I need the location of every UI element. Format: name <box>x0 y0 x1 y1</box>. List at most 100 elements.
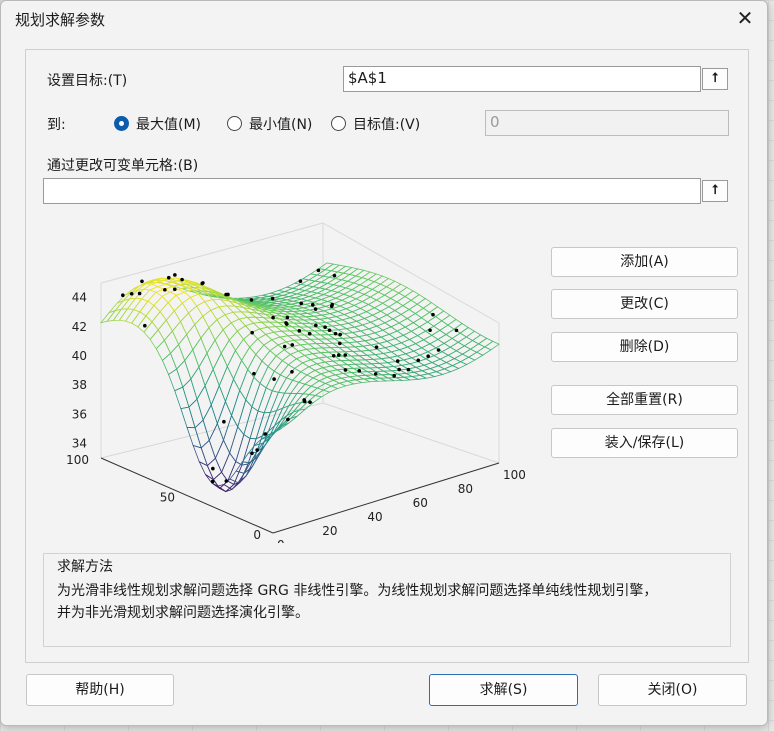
data-point <box>454 328 459 333</box>
surface-cell <box>392 342 409 351</box>
surface-cell <box>392 313 408 324</box>
z-tick-label: 44 <box>72 291 87 305</box>
load-save-button[interactable]: 装入/保存(L) <box>551 428 738 458</box>
add-button[interactable]: 添加(A) <box>551 247 738 277</box>
surface-cell <box>318 376 335 384</box>
surface-cell <box>214 439 231 474</box>
reset-all-button[interactable]: 全部重置(R) <box>551 385 738 415</box>
surface-cell <box>328 311 346 318</box>
surface-cell <box>338 302 356 310</box>
data-point <box>308 400 312 404</box>
surface-cell <box>313 367 331 375</box>
surface-cell <box>431 358 448 367</box>
surface-cell <box>414 339 431 349</box>
data-point <box>210 479 215 484</box>
surface-cell <box>429 338 445 349</box>
surface-cell <box>367 325 384 334</box>
surface-cell <box>181 296 198 314</box>
delete-button[interactable]: 删除(D) <box>551 332 738 362</box>
surface-cell <box>142 283 159 291</box>
surface-cell <box>312 330 330 336</box>
surface-cell <box>404 290 420 301</box>
solving-method-line1: 为光滑非线性规划求解问题选择 GRG 非线性引擎。为线性规划求解问题选择单纯线性… <box>57 583 658 599</box>
surface-plot: 34 36 38 40 42 44 0 50 100 0 20 40 60 80 100 <box>66 222 526 543</box>
surface-cell <box>402 299 418 310</box>
surface-cell <box>467 351 484 361</box>
data-point <box>336 353 341 357</box>
data-point <box>327 328 332 333</box>
change-button[interactable]: 更改(C) <box>551 289 738 319</box>
radio-min-label: 最小值(N) <box>249 117 313 133</box>
surface-cell <box>151 310 167 331</box>
surface-cell <box>192 444 209 467</box>
surface-cell <box>208 319 224 341</box>
surface-cell <box>178 333 194 362</box>
surface-cell <box>317 338 334 344</box>
data-point <box>250 451 254 456</box>
surface-mesh <box>99 262 500 493</box>
changing-cells-input[interactable] <box>43 178 701 204</box>
surface-cell <box>214 329 230 355</box>
surface-cell <box>228 330 244 352</box>
surface-cell <box>443 365 460 373</box>
surface-cell <box>423 362 440 370</box>
surface-cell <box>357 311 374 319</box>
surface-cell <box>269 344 285 357</box>
target-value-input[interactable]: 0 <box>485 110 729 136</box>
surface-cell <box>210 384 226 425</box>
objective-input[interactable]: $A$1 <box>343 66 701 92</box>
data-point <box>129 291 134 296</box>
surface-cell <box>437 334 453 344</box>
surface-cell <box>338 380 355 387</box>
surface-cell <box>145 304 161 323</box>
surface-cell <box>277 377 294 394</box>
radio-value-of[interactable] <box>331 116 346 131</box>
y-tick-label: 0 <box>253 528 261 542</box>
surface-cell <box>373 302 390 312</box>
surface-cell <box>192 337 208 368</box>
data-point <box>252 371 256 376</box>
surface-cell <box>443 337 460 348</box>
surface-cell <box>198 460 215 481</box>
plot-box <box>100 222 500 464</box>
solve-button[interactable]: 求解(S) <box>429 674 578 706</box>
surface-cell <box>289 350 306 360</box>
surface-cell <box>184 348 200 380</box>
surface-cell <box>386 310 402 320</box>
surface-cell <box>315 342 332 349</box>
close-icon[interactable]: ✕ <box>731 5 759 31</box>
surface-cell <box>165 310 181 332</box>
surface-cell <box>355 318 372 326</box>
surface-cell <box>330 305 348 312</box>
surface-cell <box>305 369 322 379</box>
surface-cell <box>335 314 352 321</box>
surface-cell <box>311 334 328 340</box>
z-tick-label: 40 <box>72 349 87 363</box>
surface-cell <box>398 318 415 328</box>
surface-cell <box>264 331 281 341</box>
surface-cell <box>196 384 212 422</box>
surface-cell <box>194 315 210 339</box>
data-point <box>272 377 276 381</box>
changing-cells-collapse-up-arrow-icon[interactable]: ⭡ <box>702 180 728 202</box>
surface-cell <box>398 346 415 355</box>
close-button[interactable]: 关闭(O) <box>598 674 747 706</box>
surface-cell <box>202 309 218 329</box>
surface-cell <box>429 365 446 373</box>
surface-cell <box>143 321 159 341</box>
objective-collapse-up-arrow-icon[interactable]: ⭡ <box>702 68 728 90</box>
help-button[interactable]: 帮助(H) <box>26 674 174 706</box>
z-tick-label: 34 <box>72 436 87 450</box>
data-point <box>137 291 142 296</box>
surface-cell <box>322 308 340 315</box>
data-point <box>298 279 303 283</box>
radio-min[interactable] <box>227 116 242 131</box>
surface-cell <box>422 334 439 345</box>
surface-cell <box>180 312 196 336</box>
z-tick-label: 36 <box>72 407 87 421</box>
surface-cell <box>242 331 259 348</box>
radio-max[interactable] <box>114 116 129 131</box>
surface-cell <box>337 346 355 353</box>
surface-cell <box>200 326 216 355</box>
data-point <box>211 466 215 471</box>
